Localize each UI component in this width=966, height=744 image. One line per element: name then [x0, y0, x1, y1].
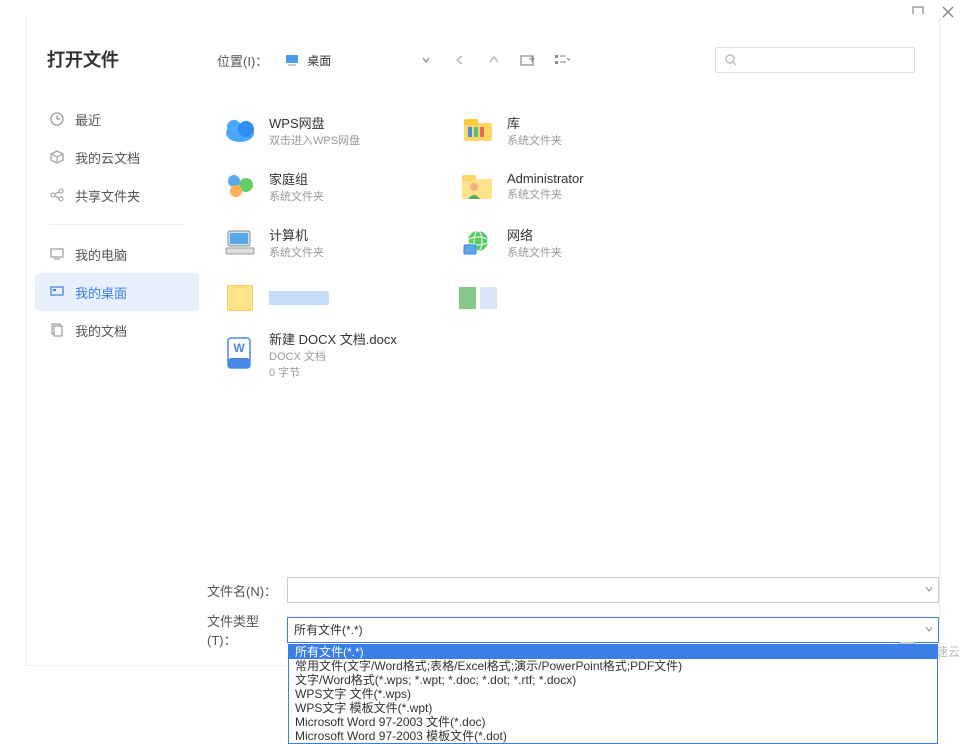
filetype-row: 文件类型(T)： 所有文件(*.*) 所有文件(*.*) 常用文件(文字/Wor…	[207, 611, 939, 649]
file-name: 网络	[507, 225, 562, 244]
sidebar-item-mydesktop[interactable]: 我的桌面	[35, 273, 199, 311]
filetype-option[interactable]: 所有文件(*.*)	[289, 645, 937, 659]
file-name: 库	[507, 113, 562, 132]
list-icon	[554, 53, 570, 67]
search-input[interactable]	[743, 53, 906, 67]
sidebar-item-label: 我的文档	[75, 321, 127, 340]
sidebar-item-clouddocs[interactable]: 我的云文档	[35, 138, 199, 176]
file-grid: WPS网盘双击进入WPS网盘 库系统文件夹 家庭组系统文件夹 Administr…	[217, 102, 915, 382]
share-icon	[49, 187, 65, 203]
back-button[interactable]	[448, 48, 472, 72]
blurred-placeholder	[269, 291, 329, 305]
sidebar-item-mycomputer[interactable]: 我的电脑	[35, 235, 199, 273]
file-sub: 系统文件夹	[507, 244, 562, 260]
search-icon	[724, 53, 737, 67]
file-size: 0 字节	[269, 364, 397, 380]
chevron-down-icon	[924, 584, 934, 594]
computer-icon	[222, 227, 258, 257]
file-sub: 系统文件夹	[269, 244, 324, 260]
file-sub: 系统文件夹	[269, 188, 324, 204]
sidebar-item-label: 我的桌面	[75, 283, 127, 302]
file-library[interactable]: 库系统文件夹	[455, 102, 693, 158]
filetype-option[interactable]: 常用文件(文字/Word格式;表格/Excel格式;演示/PowerPoint格…	[289, 659, 937, 673]
filetype-label: 文件类型(T)：	[207, 611, 287, 649]
file-item-blurred[interactable]	[217, 270, 455, 326]
cloud-icon	[222, 115, 258, 145]
filename-label: 文件名(N)：	[207, 581, 287, 600]
file-sub: 系统文件夹	[507, 132, 562, 148]
filetype-field[interactable]: 所有文件(*.*) 所有文件(*.*) 常用文件(文字/Word格式;表格/Ex…	[287, 617, 939, 643]
file-administrator[interactable]: Administrator系统文件夹	[455, 158, 693, 214]
bottom-panel: 文件名(N)： 文件类型(T)： 所有文件(*.*) 所有文件(*.*) 常用文…	[207, 577, 939, 665]
docx-icon: W	[225, 336, 255, 372]
filetype-option[interactable]: 文字/Word格式(*.wps; *.wpt; *.doc; *.dot; *.…	[289, 673, 937, 687]
svg-text:W: W	[233, 341, 245, 355]
location-dropdown[interactable]: 桌面	[278, 47, 438, 73]
filetype-option[interactable]: Microsoft Word 97-2003 模板文件(*.dot)	[289, 729, 937, 743]
search-box[interactable]	[715, 47, 915, 73]
location-value: 桌面	[307, 52, 415, 69]
filetype-dropdown: 所有文件(*.*) 常用文件(文字/Word格式;表格/Excel格式;演示/P…	[288, 644, 938, 744]
close-button[interactable]	[942, 5, 954, 23]
sidebar-item-label: 最近	[75, 110, 101, 129]
library-icon	[460, 115, 496, 145]
desktop-icon	[49, 284, 65, 300]
filename-row: 文件名(N)：	[207, 577, 939, 603]
view-button[interactable]	[550, 48, 574, 72]
file-sub: 系统文件夹	[507, 186, 584, 202]
network-icon	[460, 227, 496, 257]
file-name: Administrator	[507, 171, 584, 186]
file-homegroup[interactable]: 家庭组系统文件夹	[217, 158, 455, 214]
location-label: 位置(I)：	[217, 51, 268, 70]
cube-icon	[49, 149, 65, 165]
docs-icon	[49, 322, 65, 338]
blurred-placeholder	[507, 293, 547, 303]
file-name: WPS网盘	[269, 113, 360, 132]
toolbar: 位置(I)： 桌面	[217, 46, 915, 74]
sidebar-item-label: 共享文件夹	[75, 186, 140, 205]
chevron-down-icon	[421, 55, 431, 65]
arrow-left-icon	[453, 53, 467, 67]
file-network[interactable]: 网络系统文件夹	[455, 214, 693, 270]
filetype-value: 所有文件(*.*)	[288, 618, 938, 642]
file-item-blurred[interactable]	[455, 270, 693, 326]
file-name: 家庭组	[269, 169, 324, 188]
chevron-down-icon	[924, 624, 934, 634]
monitor-icon	[49, 246, 65, 262]
filename-dropdown-arrow[interactable]	[924, 581, 934, 599]
sidebar-item-mydocuments[interactable]: 我的文档	[35, 311, 199, 349]
filetype-option[interactable]: Microsoft Word 97-2003 文件(*.doc)	[289, 715, 937, 729]
open-file-dialog: 打开文件 最近 我的云文档 共享文件夹 我的电脑 我的桌面 我的文档	[26, 14, 940, 666]
clock-icon	[49, 111, 65, 127]
filetype-option[interactable]: WPS文字 文件(*.wps)	[289, 687, 937, 701]
filetype-dropdown-arrow[interactable]	[924, 621, 934, 639]
file-docx[interactable]: W 新建 DOCX 文档.docxDOCX 文档0 字节	[217, 326, 455, 382]
file-name: 计算机	[269, 225, 324, 244]
file-wps-netdisk[interactable]: WPS网盘双击进入WPS网盘	[217, 102, 455, 158]
newfolder-icon	[520, 53, 536, 67]
monitor-icon	[285, 52, 301, 68]
up-button[interactable]	[482, 48, 506, 72]
newfolder-button[interactable]	[516, 48, 540, 72]
arrow-up-icon	[487, 53, 501, 67]
sidebar-item-label: 我的云文档	[75, 148, 140, 167]
file-sub: 双击进入WPS网盘	[269, 132, 360, 148]
userfolder-icon	[460, 171, 496, 201]
file-name: 新建 DOCX 文档.docx	[269, 329, 397, 348]
sidebar: 打开文件 最近 我的云文档 共享文件夹 我的电脑 我的桌面 我的文档	[27, 14, 207, 357]
sidebar-separator	[49, 224, 185, 225]
file-sub: DOCX 文档	[269, 348, 397, 364]
sidebar-item-shared[interactable]: 共享文件夹	[35, 176, 199, 214]
sidebar-item-recent[interactable]: 最近	[35, 100, 199, 138]
sidebar-item-label: 我的电脑	[75, 245, 127, 264]
file-computer[interactable]: 计算机系统文件夹	[217, 214, 455, 270]
main-panel: 位置(I)： 桌面 WPS网盘双击进入WPS网盘 库系统文件夹	[207, 14, 939, 665]
filename-field[interactable]	[287, 577, 939, 603]
filename-input[interactable]	[288, 578, 916, 602]
filetype-option[interactable]: WPS文字 模板文件(*.wpt)	[289, 701, 937, 715]
dialog-title: 打开文件	[35, 46, 199, 100]
homegroup-icon	[222, 171, 258, 201]
